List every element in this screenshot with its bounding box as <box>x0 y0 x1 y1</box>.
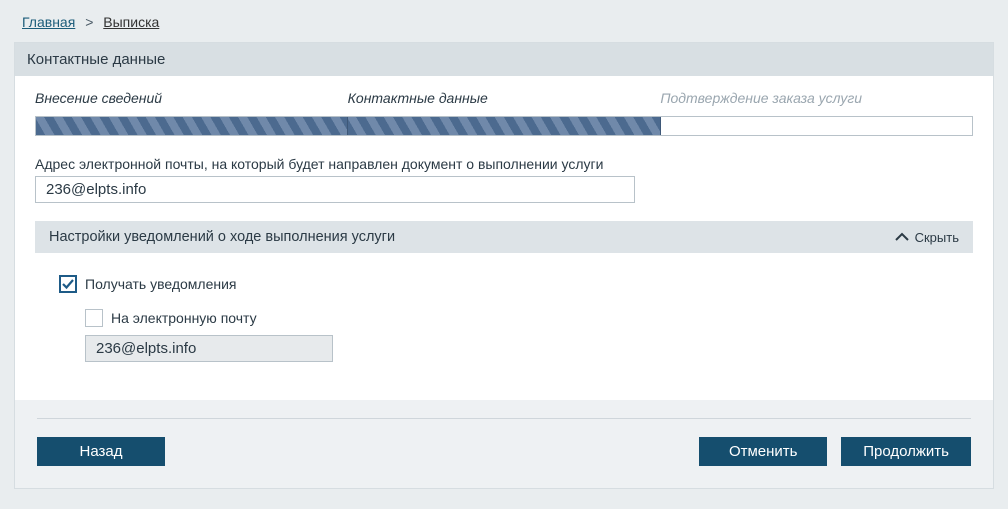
breadcrumb-separator: > <box>85 14 93 30</box>
chevron-up-icon <box>895 232 909 242</box>
wizard-steps: Внесение сведений Контактные данные Подт… <box>35 90 973 106</box>
step-1: Внесение сведений <box>35 90 348 106</box>
email-input[interactable] <box>35 176 635 203</box>
email-label: Адрес электронной почты, на который буде… <box>35 156 973 172</box>
notification-email-readonly: 236@elpts.info <box>85 335 333 362</box>
via-email-checkbox[interactable] <box>85 309 103 327</box>
back-button[interactable]: Назад <box>37 437 165 466</box>
check-icon <box>62 278 74 290</box>
collapse-label: Скрыть <box>915 230 959 245</box>
notifications-title: Настройки уведомлений о ходе выполнения … <box>49 229 395 245</box>
progress-segment-1 <box>36 117 348 135</box>
divider <box>37 418 971 419</box>
breadcrumb-home-link[interactable]: Главная <box>22 14 75 30</box>
breadcrumb-current: Выписка <box>103 14 159 30</box>
receive-notifications-checkbox[interactable] <box>59 275 77 293</box>
footer: Назад Отменить Продолжить <box>15 400 993 488</box>
step-3: Подтверждение заказа услуги <box>660 90 973 106</box>
panel-title: Контактные данные <box>15 43 993 76</box>
collapse-toggle[interactable]: Скрыть <box>895 230 959 245</box>
receive-notifications-label: Получать уведомления <box>85 276 237 292</box>
continue-button[interactable]: Продолжить <box>841 437 971 466</box>
main-panel: Контактные данные Внесение сведений Конт… <box>14 42 994 489</box>
progress-segment-3 <box>661 117 972 135</box>
breadcrumb: Главная > Выписка <box>14 10 994 42</box>
step-2: Контактные данные <box>348 90 661 106</box>
notifications-header: Настройки уведомлений о ходе выполнения … <box>35 221 973 253</box>
progress-bar <box>35 116 973 136</box>
progress-segment-2 <box>348 117 660 135</box>
cancel-button[interactable]: Отменить <box>699 437 827 466</box>
notifications-body: Получать уведомления На электронную почт… <box>35 253 973 390</box>
via-email-label: На электронную почту <box>111 310 257 326</box>
